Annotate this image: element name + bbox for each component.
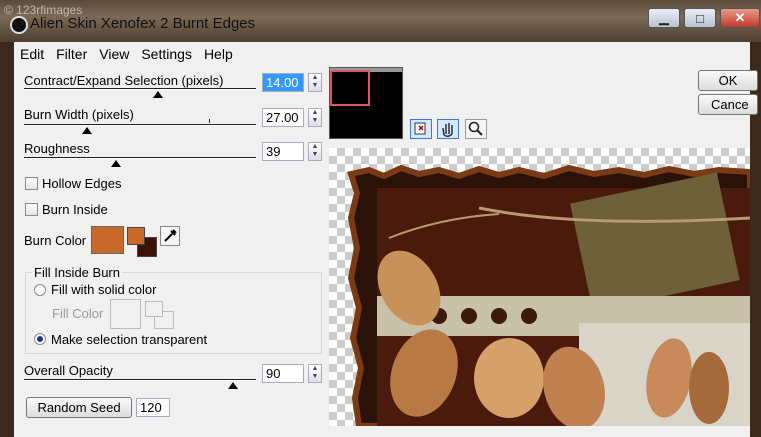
burn-width-label: Burn Width (pixels) <box>24 107 134 122</box>
opacity-slider-thumb[interactable] <box>228 382 238 389</box>
burn-inside-checkbox[interactable] <box>25 203 38 216</box>
contract-spinner[interactable]: ▲ ▼ <box>308 73 322 92</box>
burn-color-label: Burn Color <box>24 233 87 248</box>
window-title: Alien Skin Xenofex 2 Burnt Edges <box>30 15 256 32</box>
random-seed-input[interactable]: 120 <box>136 398 170 417</box>
menu-edit[interactable]: Edit <box>14 46 50 62</box>
burn-width-spinner[interactable]: ▲ ▼ <box>308 108 322 127</box>
menu-bar: Edit Filter View Settings Help <box>14 42 750 66</box>
burn-color-swatch[interactable] <box>91 226 124 254</box>
close-button[interactable]: ✕ <box>720 8 760 28</box>
opacity-spinner[interactable]: ▲ ▼ <box>308 364 322 383</box>
burn-color-primary-swatch[interactable] <box>127 227 145 245</box>
roughness-slider[interactable] <box>24 157 256 169</box>
cancel-button[interactable]: Cance <box>698 94 758 115</box>
contract-slider[interactable] <box>24 88 256 100</box>
opacity-label: Overall Opacity <box>24 363 113 378</box>
opacity-input[interactable]: 90 <box>262 364 304 383</box>
burn-inside-label: Burn Inside <box>42 202 108 217</box>
burn-width-input[interactable]: 27.00 <box>262 108 304 127</box>
eyedropper-icon[interactable] <box>160 226 180 246</box>
menu-filter[interactable]: Filter <box>50 46 93 62</box>
burn-width-slider[interactable] <box>24 119 256 136</box>
hollow-edges-checkbox[interactable] <box>25 177 38 190</box>
ok-button[interactable]: OK <box>698 70 758 91</box>
navigator-viewport[interactable] <box>330 70 370 106</box>
fill-solid-label: Fill with solid color <box>51 282 157 297</box>
make-transparent-label: Make selection transparent <box>51 332 208 347</box>
contract-input[interactable]: 14.00 <box>262 73 304 92</box>
fill-solid-radio[interactable] <box>34 284 46 296</box>
contract-slider-thumb[interactable] <box>153 91 163 98</box>
maximize-button[interactable]: □ <box>684 8 716 28</box>
hand-icon[interactable] <box>437 119 459 139</box>
fill-inside-title: Fill Inside Burn <box>32 265 122 280</box>
minimize-button[interactable]: ▁ <box>648 8 680 28</box>
preview-toggle-icon[interactable] <box>410 119 432 139</box>
menu-help[interactable]: Help <box>198 46 239 62</box>
menu-view[interactable]: View <box>93 46 135 62</box>
menu-settings[interactable]: Settings <box>135 46 198 62</box>
fill-color-swatch <box>110 299 141 329</box>
burn-width-slider-thumb[interactable] <box>82 127 92 134</box>
zoom-icon[interactable] <box>465 119 487 139</box>
contract-label: Contract/Expand Selection (pixels) <box>24 73 224 88</box>
opacity-slider[interactable] <box>24 379 256 391</box>
navigator-preview[interactable] <box>329 67 403 139</box>
roughness-slider-thumb[interactable] <box>111 160 121 167</box>
roughness-spinner[interactable]: ▲ ▼ <box>308 142 322 161</box>
preview-image <box>347 164 750 426</box>
fill-color-label: Fill Color <box>52 306 104 321</box>
random-seed-button[interactable]: Random Seed <box>26 397 132 418</box>
app-icon <box>10 16 28 34</box>
hollow-edges-label: Hollow Edges <box>42 176 122 191</box>
roughness-label: Roughness <box>24 141 90 156</box>
roughness-input[interactable]: 39 <box>262 142 304 161</box>
fill-color-primary-swatch <box>145 301 163 317</box>
make-transparent-radio[interactable] <box>34 333 46 345</box>
preview-canvas[interactable] <box>329 148 750 426</box>
